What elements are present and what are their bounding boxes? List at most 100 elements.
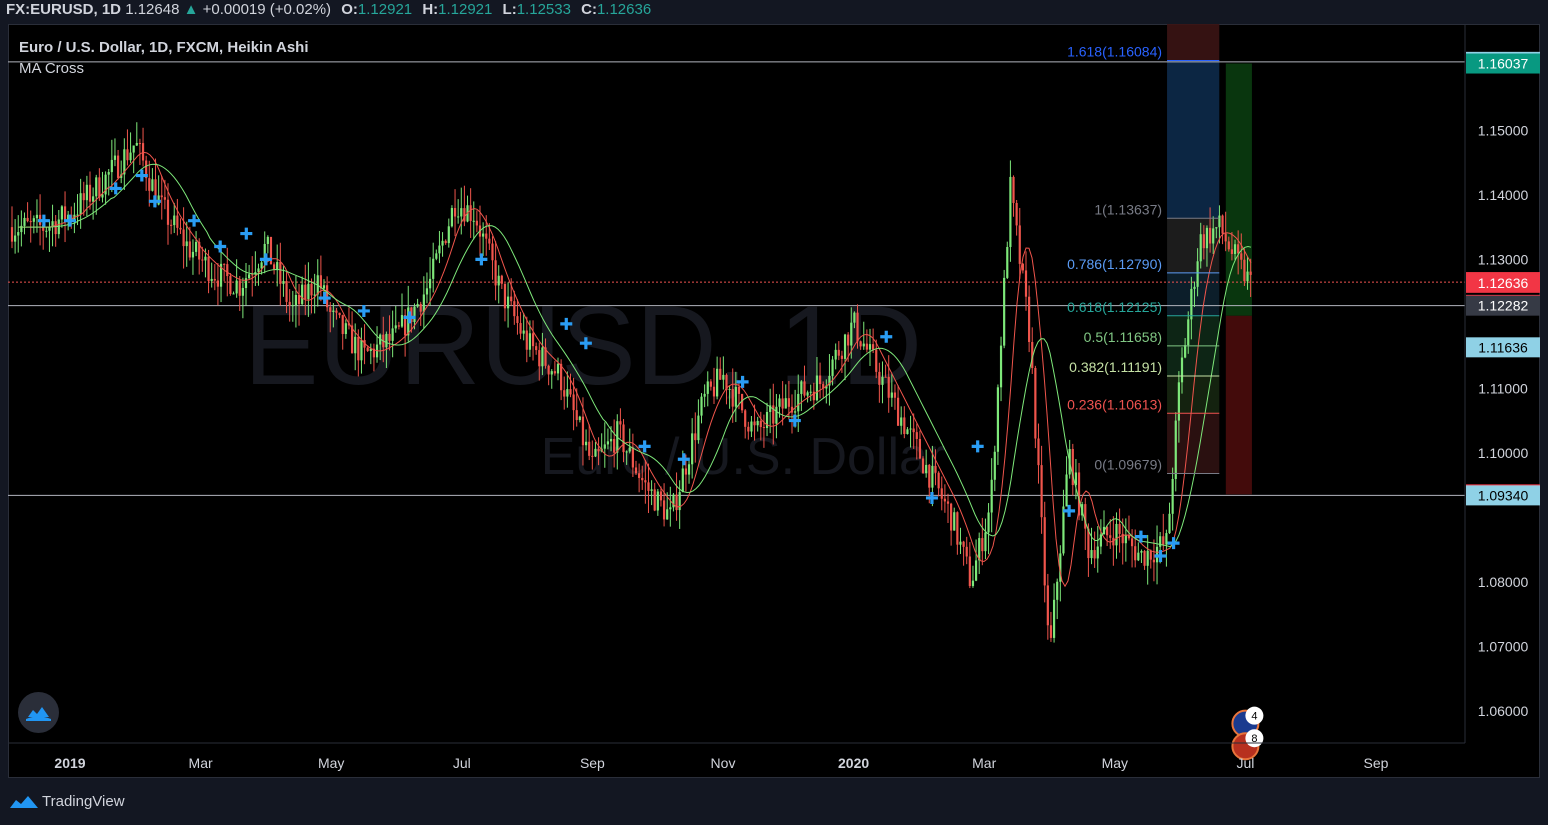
candle-body bbox=[204, 256, 207, 261]
candle-body bbox=[1024, 270, 1028, 297]
chart-legend: Euro / U.S. Dollar, 1D, FXCM, Heikin Ash… bbox=[19, 37, 309, 79]
candle-body bbox=[45, 230, 48, 232]
indicator-label[interactable]: MA Cross bbox=[19, 58, 309, 79]
price-chart[interactable]: EURUSD, 1D Euro / U.S. Dollar 1.618(1.16… bbox=[8, 24, 1540, 778]
candle-body bbox=[397, 325, 400, 327]
candle-body bbox=[513, 301, 516, 317]
candle-body bbox=[865, 343, 868, 350]
candle-body bbox=[288, 301, 291, 306]
candle-body bbox=[447, 226, 450, 244]
candle-body bbox=[313, 294, 316, 296]
candle-body bbox=[840, 355, 844, 359]
candle-body bbox=[266, 236, 269, 244]
candle-body bbox=[248, 274, 251, 279]
candle-body bbox=[354, 336, 357, 354]
event-count: 4 bbox=[1251, 711, 1257, 723]
candle-body bbox=[1249, 271, 1252, 275]
candle-body bbox=[207, 256, 210, 281]
candle-body bbox=[344, 323, 347, 335]
candle-body bbox=[1196, 261, 1199, 287]
candle-body bbox=[522, 330, 525, 334]
close-value: 1.12636 bbox=[596, 1, 652, 18]
candle-body bbox=[1165, 533, 1168, 545]
candle-body bbox=[191, 251, 195, 258]
candle-body bbox=[644, 480, 647, 483]
candle-body bbox=[216, 280, 220, 287]
candle-body bbox=[1093, 550, 1096, 559]
candle-body bbox=[95, 177, 98, 197]
fibonacci-extension[interactable] bbox=[1167, 24, 1220, 474]
brand-name[interactable]: TradingView bbox=[42, 793, 125, 810]
candle-body bbox=[1159, 536, 1162, 547]
symbol-label[interactable]: FX:EURUSD, 1D bbox=[6, 1, 121, 18]
candle-body bbox=[569, 389, 572, 395]
candle-body bbox=[525, 330, 528, 350]
candle-body bbox=[965, 546, 968, 557]
candle-body bbox=[1134, 546, 1137, 561]
candle-body bbox=[694, 433, 697, 441]
candle-body bbox=[179, 227, 182, 230]
candle-body bbox=[441, 240, 444, 246]
candle-body bbox=[563, 390, 566, 397]
candle-body bbox=[285, 281, 288, 302]
candle-body bbox=[862, 343, 865, 347]
candle-body bbox=[831, 359, 834, 376]
candle-body bbox=[797, 393, 800, 412]
fib-band-786 bbox=[1167, 272, 1220, 316]
time-tick-label: 2019 bbox=[54, 755, 85, 771]
candle-body bbox=[229, 276, 232, 294]
candle-body bbox=[890, 392, 893, 398]
candle-body bbox=[756, 420, 759, 426]
ma-cross-marker bbox=[188, 214, 201, 227]
candle-body bbox=[1237, 244, 1240, 254]
candle-body bbox=[903, 417, 906, 435]
candle-body bbox=[210, 278, 213, 281]
candle-body bbox=[684, 468, 688, 475]
candle-body bbox=[1040, 465, 1043, 518]
candle-body bbox=[472, 220, 475, 222]
fib-level-label: 1.618(1.16084) bbox=[1067, 43, 1162, 59]
candle-body bbox=[787, 398, 790, 407]
economic-events[interactable]: 48 bbox=[1231, 706, 1264, 761]
cloud-icon bbox=[26, 707, 51, 721]
candle-body bbox=[17, 232, 20, 236]
candle-body bbox=[92, 196, 95, 202]
candle-body bbox=[968, 556, 971, 587]
candle-body bbox=[996, 387, 1000, 452]
candle-body bbox=[719, 368, 722, 380]
candle-body bbox=[26, 217, 29, 222]
candle-body bbox=[276, 262, 279, 270]
candle-body bbox=[488, 238, 491, 244]
candle-body bbox=[425, 288, 429, 295]
candle-body bbox=[400, 315, 404, 327]
candle-body bbox=[918, 438, 922, 459]
candle-body bbox=[656, 491, 659, 511]
candle-body bbox=[326, 285, 329, 308]
price-label: 1.12636 bbox=[1478, 275, 1529, 291]
candle-body bbox=[937, 472, 940, 489]
time-tick-label: Jul bbox=[453, 755, 471, 771]
candle-body bbox=[675, 494, 678, 511]
candle-body bbox=[188, 241, 191, 258]
candle-body bbox=[391, 328, 394, 341]
candle-body bbox=[304, 284, 307, 300]
open-value: 1.12921 bbox=[357, 1, 413, 18]
candle-body bbox=[341, 315, 344, 335]
candle-body bbox=[784, 398, 787, 409]
candle-body bbox=[853, 312, 856, 323]
candle-body bbox=[1090, 550, 1093, 559]
fib-level-label: 0(1.09679) bbox=[1094, 457, 1162, 473]
tradingview-chart-logo[interactable] bbox=[18, 692, 59, 733]
candle-body bbox=[76, 214, 79, 216]
candle-body bbox=[1174, 420, 1177, 479]
candle-body bbox=[14, 235, 17, 242]
candle-body bbox=[728, 389, 731, 391]
candle-body bbox=[803, 381, 806, 396]
candle-body bbox=[485, 233, 488, 239]
candle-body bbox=[541, 347, 544, 367]
candle-body bbox=[469, 205, 472, 221]
candle-body bbox=[279, 262, 282, 284]
candle-body bbox=[366, 347, 369, 351]
series-title[interactable]: Euro / U.S. Dollar, 1D, FXCM, Heikin Ash… bbox=[19, 37, 309, 58]
open-label: O: bbox=[341, 1, 358, 18]
